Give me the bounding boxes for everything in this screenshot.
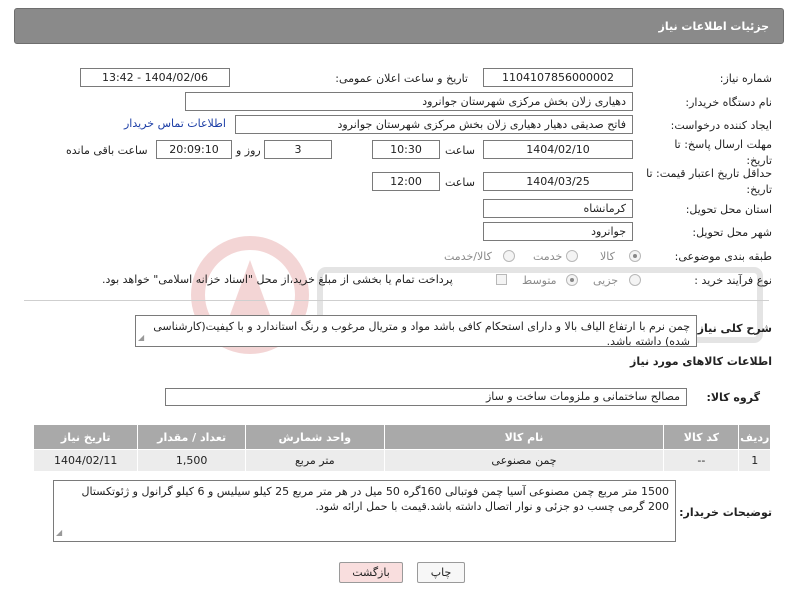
category-radio-both-label: کالا/خدمت bbox=[444, 250, 492, 263]
table-header: تاریخ نیاز bbox=[32, 424, 139, 450]
section-divider bbox=[24, 300, 769, 301]
description-label: شرح کلی نیاز: bbox=[693, 322, 772, 335]
table-cell: -- bbox=[663, 449, 740, 472]
city-label: شهر محل تحویل: bbox=[692, 226, 772, 239]
reply-remaining-field: 20:09:10 bbox=[156, 140, 232, 159]
price-validity-time-field: 12:00 bbox=[372, 172, 440, 191]
table-header: نام کالا bbox=[383, 424, 665, 450]
city-field: جوانرود bbox=[483, 222, 633, 241]
requester-label: ایجاد کننده درخواست: bbox=[670, 119, 772, 132]
table-header: واحد شمارش bbox=[244, 424, 385, 450]
goods-group-label: گروه کالا: bbox=[706, 391, 760, 404]
price-validity-date-field: 1404/03/25 bbox=[483, 172, 633, 191]
table-cell: 1404/02/11 bbox=[32, 449, 139, 472]
buyer-org-label: نام دستگاه خریدار: bbox=[685, 96, 772, 109]
back-button[interactable]: بازگشت bbox=[339, 562, 403, 583]
page-title: جزئیات اطلاعات نیاز bbox=[658, 20, 770, 33]
buyer-org-field: دهیاری زلان بخش مرکزی شهرستان جوانرود bbox=[185, 92, 633, 111]
province-label: استان محل تحویل: bbox=[685, 203, 772, 216]
description-textarea[interactable]: چمن نرم با ارتفاع الیاف بالا و دارای است… bbox=[135, 315, 697, 347]
purchase-type-radio-medium[interactable] bbox=[566, 274, 578, 286]
category-radio-service-label: خدمت bbox=[533, 250, 563, 263]
category-radio-service[interactable] bbox=[566, 250, 578, 262]
description-text: چمن نرم با ارتفاع الیاف بالا و دارای است… bbox=[153, 320, 690, 347]
table-cell: متر مربع bbox=[244, 449, 385, 472]
price-validity-label: حداقل تاریخ اعتبار قیمت: تا تاریخ: bbox=[646, 167, 772, 196]
price-validity-time-label: ساعت bbox=[445, 176, 475, 189]
category-radio-goods[interactable] bbox=[629, 250, 641, 262]
purchase-type-radio-medium-label: متوسط bbox=[522, 274, 557, 287]
print-button[interactable]: چاپ bbox=[417, 562, 465, 583]
reply-days-field: 3 bbox=[264, 140, 332, 159]
table-cell: 1,500 bbox=[137, 449, 246, 472]
goods-section-title: اطلاعات کالاهای مورد نیاز bbox=[630, 355, 772, 368]
reply-time-label: ساعت bbox=[445, 144, 475, 157]
resize-handle-icon[interactable]: ◢ bbox=[138, 330, 144, 345]
goods-group-field: مصالح ساختمانی و ملزومات ساخت و ساز bbox=[165, 388, 687, 406]
table-header: ردیف bbox=[738, 424, 771, 450]
table-cell: چمن مصنوعی bbox=[383, 449, 665, 472]
category-radio-both[interactable] bbox=[503, 250, 515, 262]
category-label: طبقه بندی موضوعی: bbox=[674, 250, 772, 263]
reply-time-field: 10:30 bbox=[372, 140, 440, 159]
purchase-type-radio-minor[interactable] bbox=[629, 274, 641, 286]
buyer-notes-text: 1500 متر مربع چمن مصنوعی آسیا چمن فوتبال… bbox=[81, 485, 670, 513]
purchase-type-radio-minor-label: جزیی bbox=[593, 274, 619, 287]
header-panel: جزئیات اطلاعات نیاز bbox=[14, 8, 784, 44]
reply-remaining-label: ساعت باقی مانده bbox=[66, 144, 148, 157]
requester-field: فاتح صدیقی دهیار دهیاری زلان بخش مرکزی ش… bbox=[235, 115, 633, 134]
items-table: ردیف کد کالا نام کالا واحد شمارش تعداد /… bbox=[32, 424, 771, 472]
need-number-label: شماره نیاز: bbox=[719, 72, 772, 85]
table-row: 1 -- چمن مصنوعی متر مربع 1,500 1404/02/1… bbox=[32, 449, 771, 472]
table-header: تعداد / مقدار bbox=[137, 424, 246, 450]
treasury-bonds-checkbox[interactable] bbox=[496, 274, 507, 285]
announce-datetime-label: تاریخ و ساعت اعلان عمومی: bbox=[335, 72, 468, 85]
buyer-contact-link[interactable]: اطلاعات تماس خریدار bbox=[124, 117, 226, 130]
table-header: کد کالا bbox=[663, 424, 740, 450]
table-cell: 1 bbox=[738, 449, 771, 472]
reply-days-label: روز و bbox=[236, 144, 261, 157]
reply-deadline-label: مهلت ارسال پاسخ: تا تاریخ: bbox=[674, 138, 772, 167]
treasury-bonds-note: پرداخت تمام یا بخشی از مبلغ خرید،از محل … bbox=[102, 273, 453, 286]
reply-date-field: 1404/02/10 bbox=[483, 140, 633, 159]
need-number-field: 1104107856000002 bbox=[483, 68, 633, 87]
announce-datetime-field: 1404/02/06 - 13:42 bbox=[80, 68, 230, 87]
buyer-notes-label: توضیحات خریدار: bbox=[679, 506, 772, 519]
purchase-type-label: نوع فرآیند خرید : bbox=[694, 274, 772, 287]
category-radio-goods-label: کالا bbox=[600, 250, 615, 263]
province-field: کرمانشاه bbox=[483, 199, 633, 218]
buyer-notes-textarea[interactable]: 1500 متر مربع چمن مصنوعی آسیا چمن فوتبال… bbox=[53, 480, 676, 542]
resize-handle-icon[interactable]: ◢ bbox=[56, 525, 62, 540]
